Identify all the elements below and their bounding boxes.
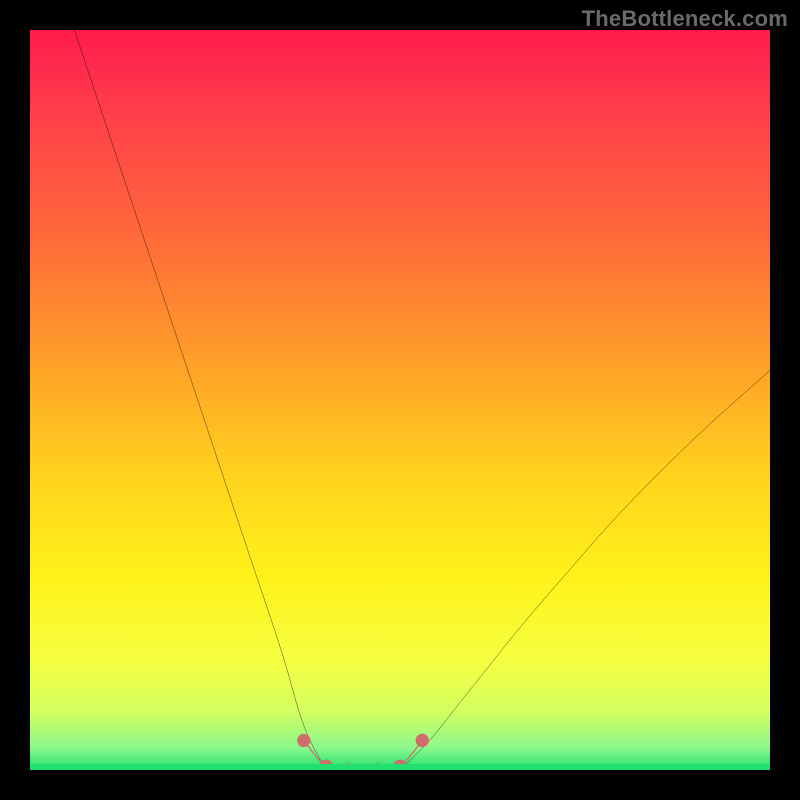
chart-frame: TheBottleneck.com [0,0,800,800]
curve-layer [30,30,770,770]
left-branch-line [74,30,326,770]
flat-marker [297,734,310,747]
baseline-strip [30,764,770,770]
plot-area [30,30,770,770]
flat-marker [416,734,429,747]
watermark-text: TheBottleneck.com [582,6,788,32]
right-branch-line [400,370,770,770]
